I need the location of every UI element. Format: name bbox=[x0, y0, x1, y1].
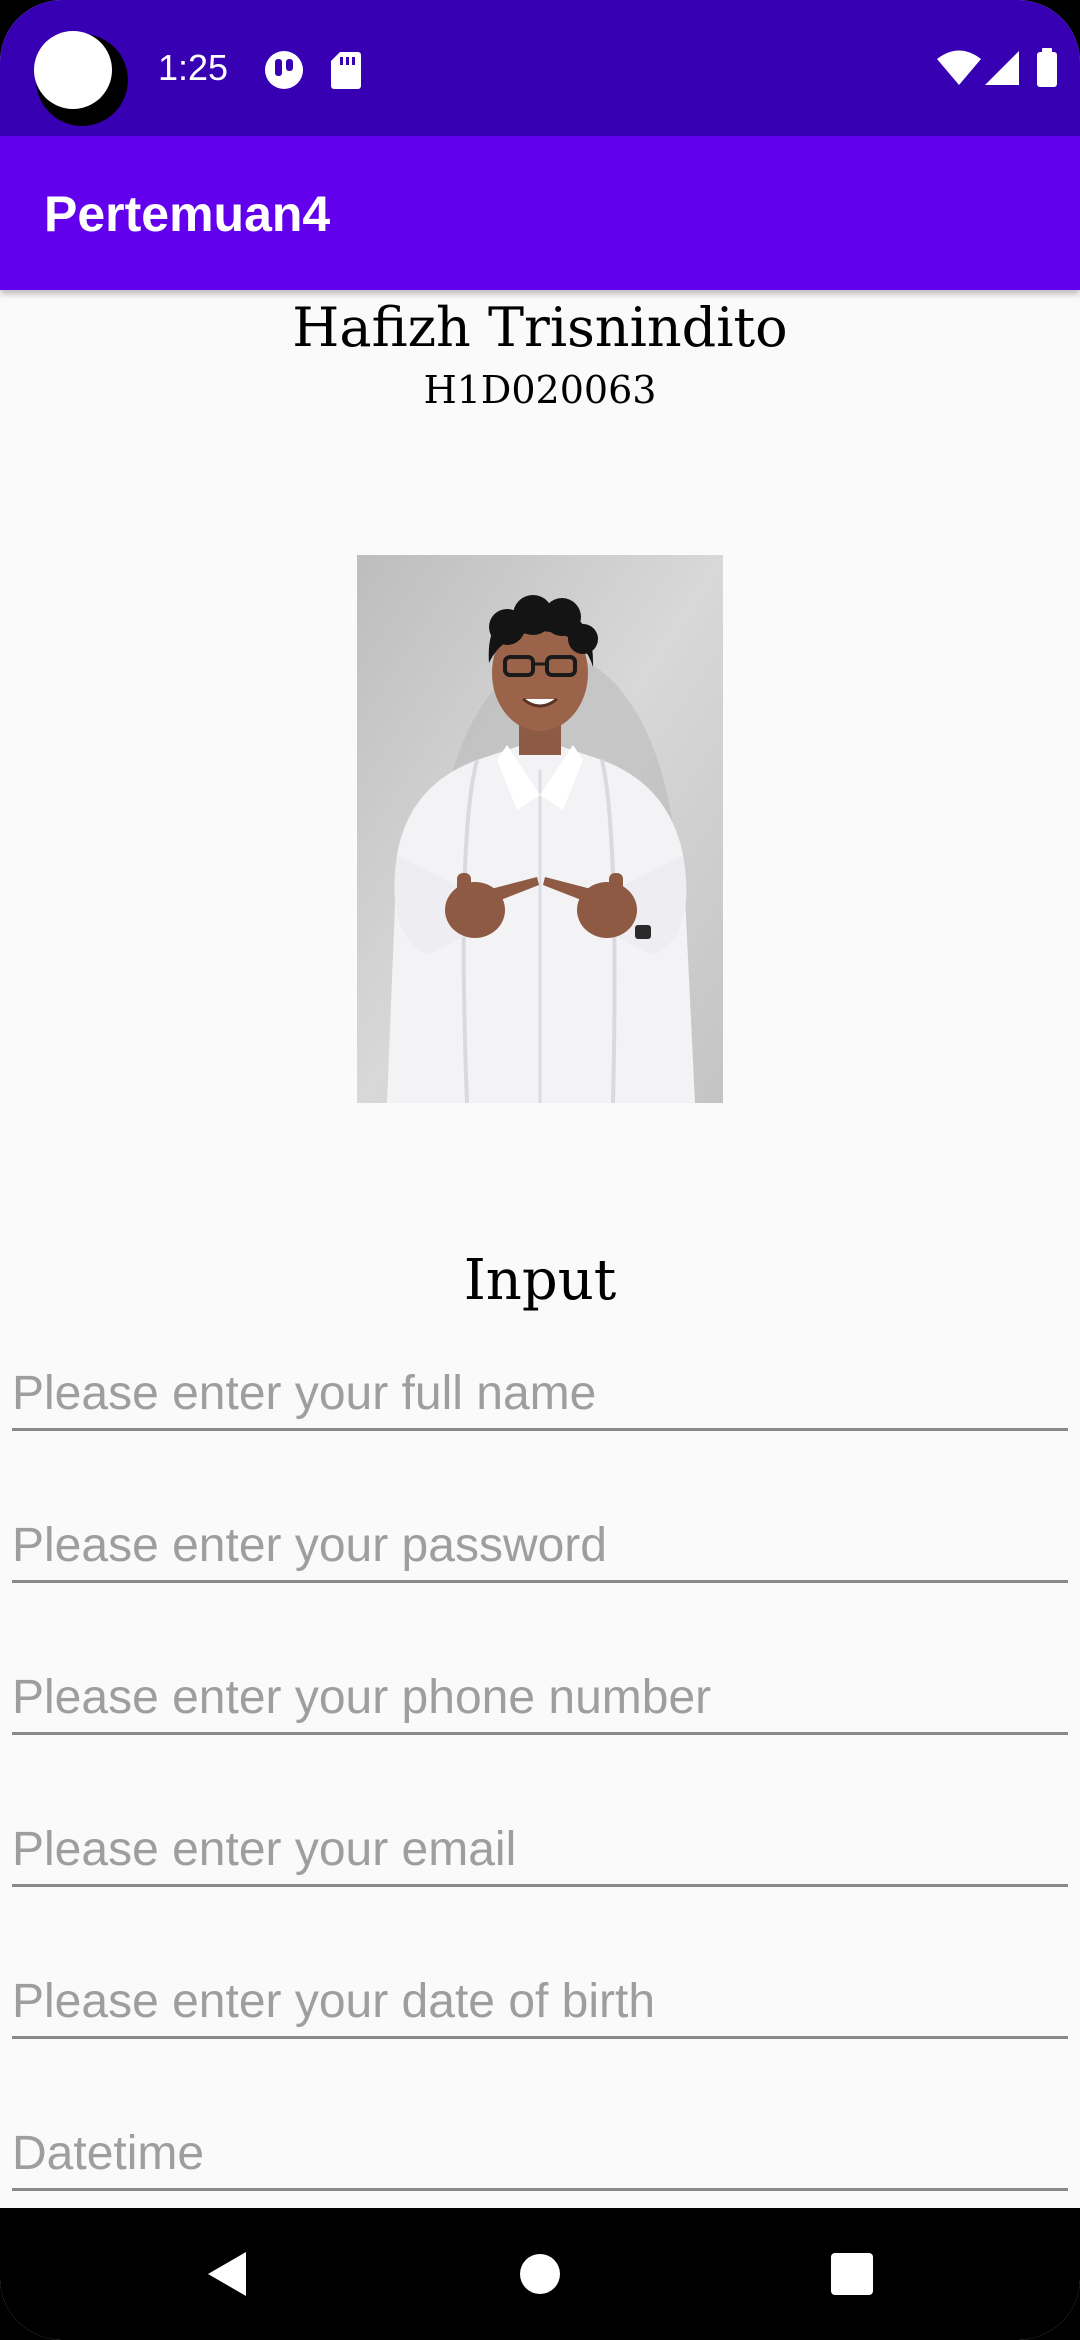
wifi-icon bbox=[937, 50, 981, 85]
status-bar: 1:25 bbox=[0, 0, 1080, 136]
status-time: 1:25 bbox=[158, 47, 229, 88]
profile-name: Hafizh Trisnindito bbox=[292, 296, 788, 359]
password-input[interactable] bbox=[12, 1510, 1068, 1583]
date-of-birth-input[interactable] bbox=[12, 1966, 1068, 2039]
app-bar: Pertemuan4 bbox=[0, 136, 1080, 290]
camera-lens bbox=[34, 31, 112, 109]
navigation-bar bbox=[0, 2208, 1080, 2340]
person-photo bbox=[357, 555, 723, 1103]
full-name-input[interactable] bbox=[12, 1358, 1068, 1431]
email-input[interactable] bbox=[12, 1814, 1068, 1887]
form-title: Input bbox=[463, 1248, 617, 1313]
notification-app-icon bbox=[265, 51, 303, 89]
battery-icon bbox=[1037, 48, 1057, 87]
home-icon[interactable] bbox=[504, 2238, 576, 2310]
profile-photo bbox=[357, 555, 723, 1103]
app-title: Pertemuan4 bbox=[44, 186, 331, 242]
profile-nim: H1D020063 bbox=[423, 368, 657, 412]
datetime-input[interactable] bbox=[12, 2118, 1068, 2191]
cellular-signal-icon bbox=[985, 51, 1019, 85]
phone-number-input[interactable] bbox=[12, 1662, 1068, 1735]
back-icon[interactable] bbox=[190, 2238, 262, 2310]
recents-icon[interactable] bbox=[816, 2238, 888, 2310]
sd-card-icon bbox=[331, 52, 361, 89]
app-screen: 1:25 Pertemuan4 Hafizh Trisnindito H1D02… bbox=[0, 0, 1080, 2340]
